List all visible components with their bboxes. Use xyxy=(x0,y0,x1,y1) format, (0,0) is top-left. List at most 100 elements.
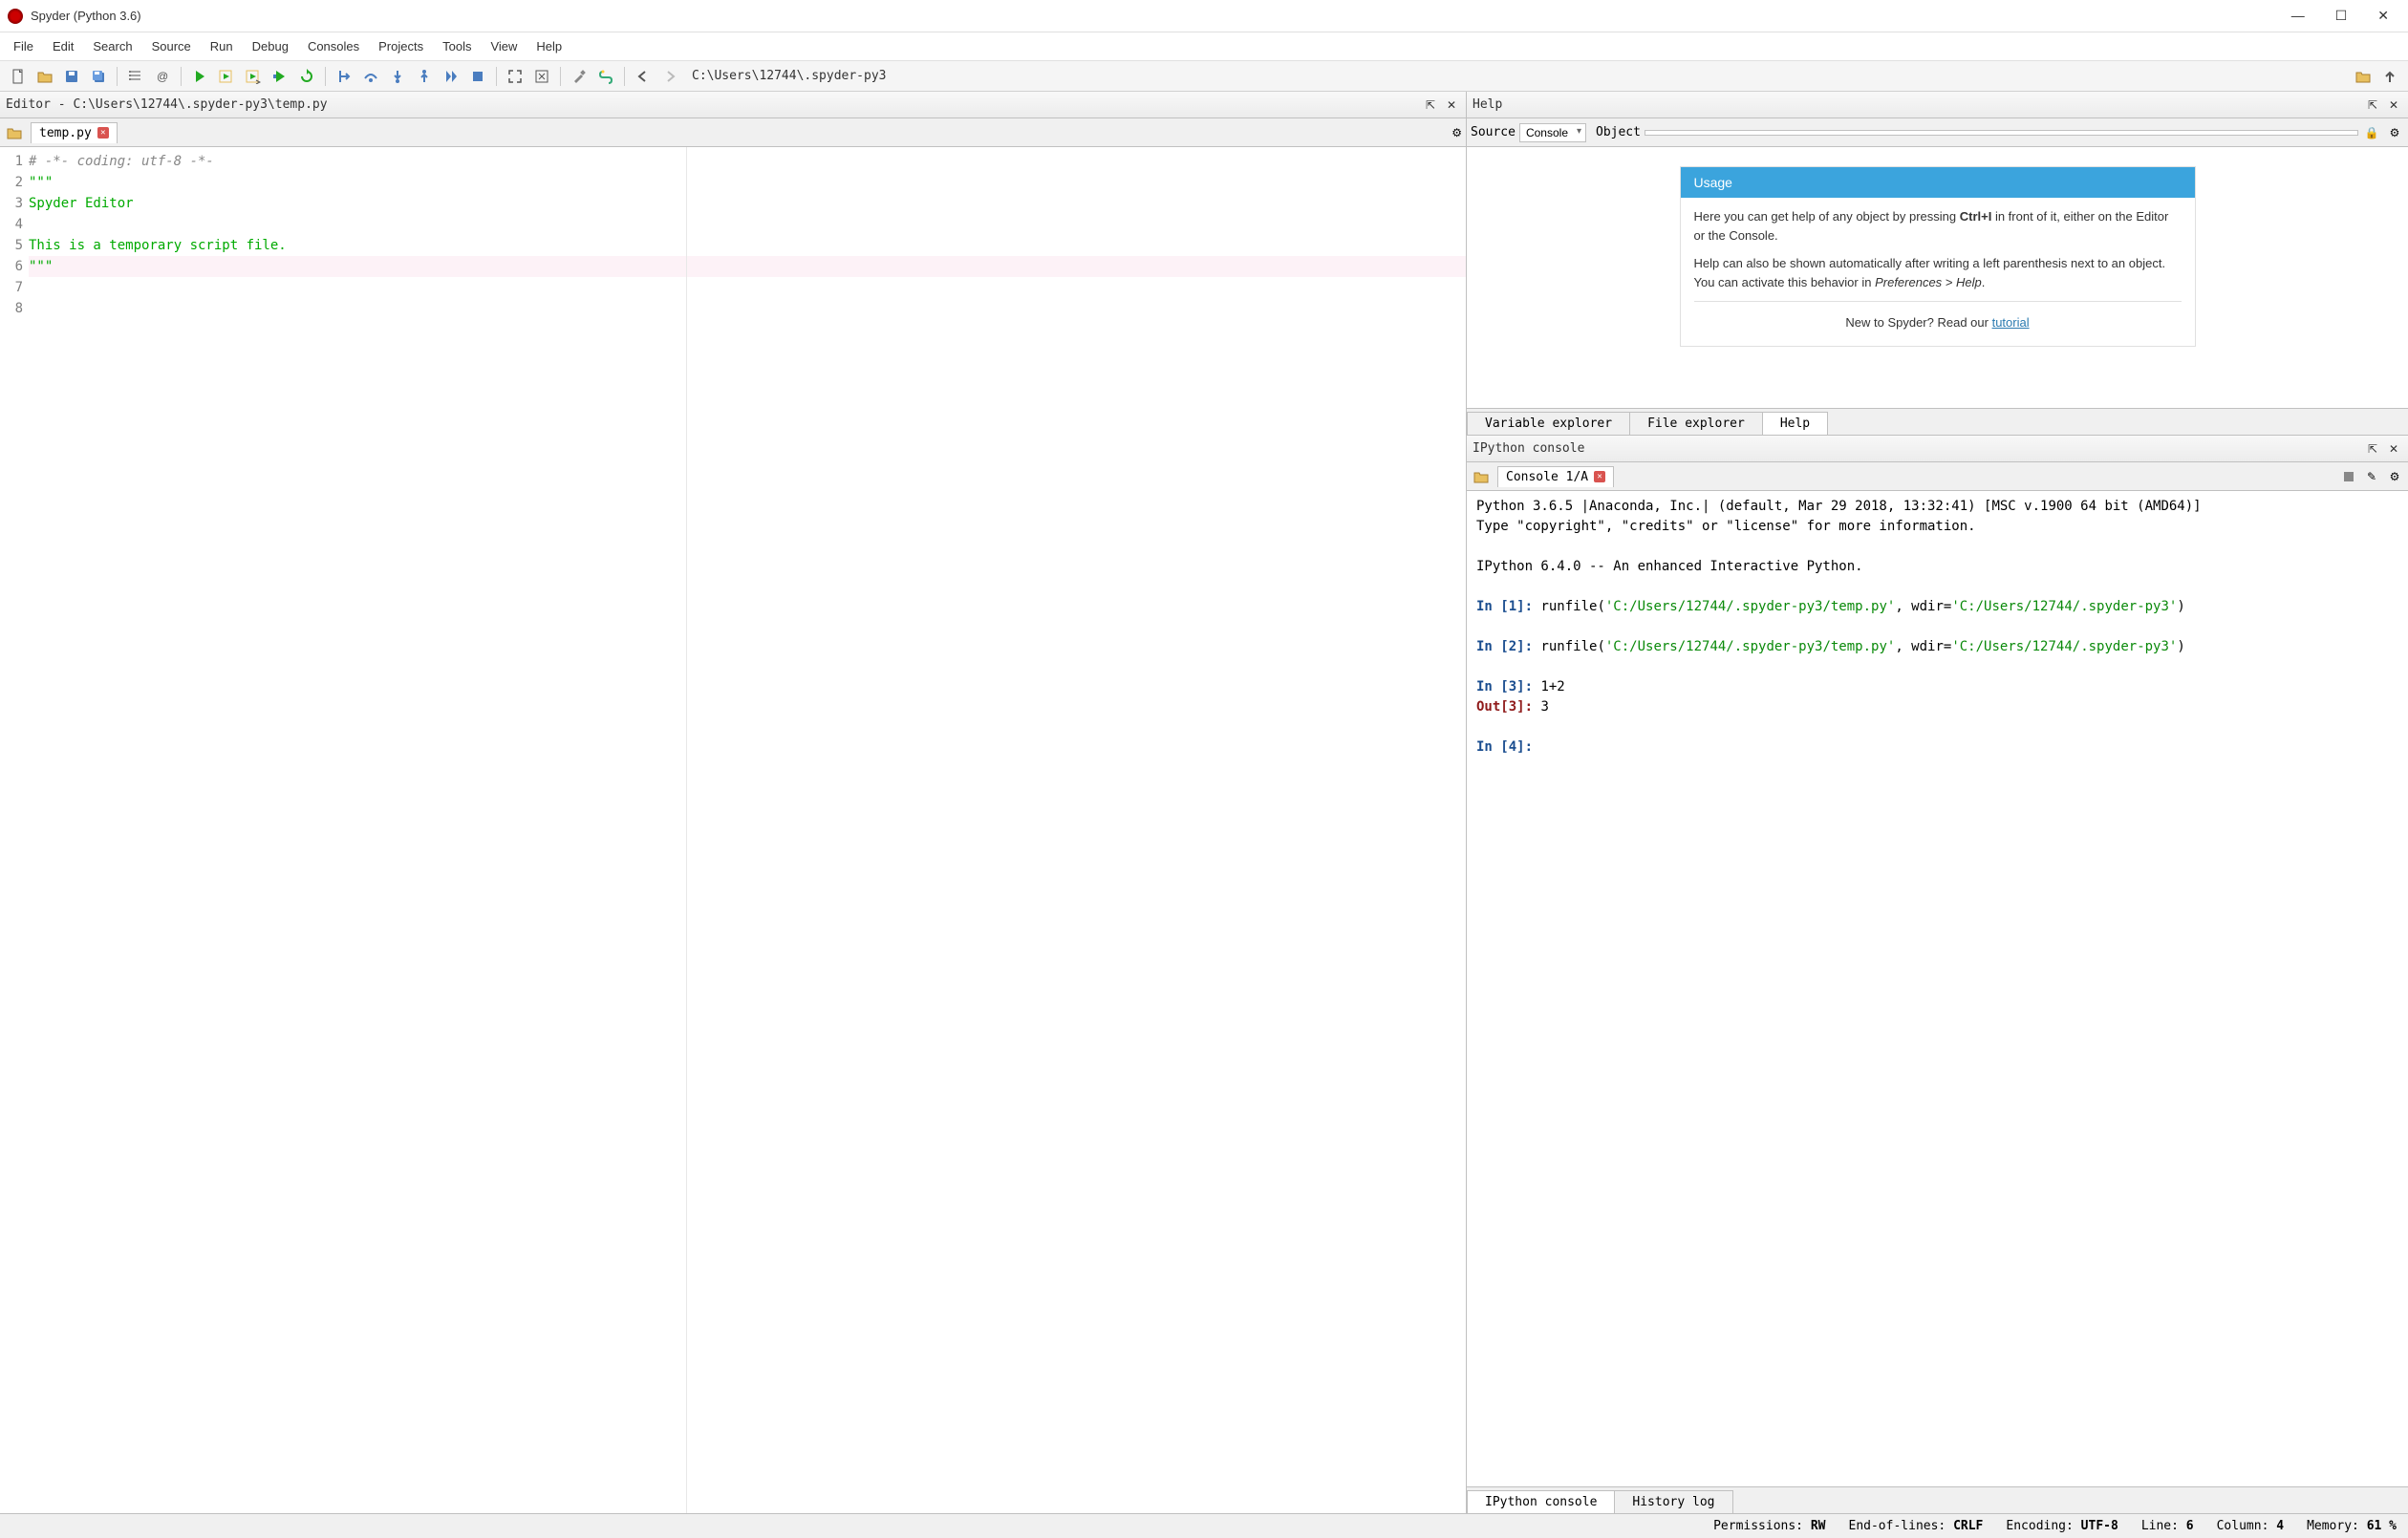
usage-header: Usage xyxy=(1681,167,2195,198)
close-pane-icon[interactable]: ✕ xyxy=(2385,440,2402,458)
run-cell-button[interactable] xyxy=(214,64,239,89)
usage-box: Usage Here you can get help of any objec… xyxy=(1680,166,2196,347)
menu-search[interactable]: Search xyxy=(83,35,141,57)
help-toolbar: Source Console Object 🔒 ⚙ xyxy=(1467,118,2408,147)
run-button[interactable] xyxy=(187,64,212,89)
forward-button[interactable] xyxy=(657,64,682,89)
fullscreen-button[interactable] xyxy=(529,64,554,89)
new-file-button[interactable] xyxy=(6,64,31,89)
editor-tabs: temp.py ✕ ⚙ xyxy=(0,118,1466,147)
close-pane-icon[interactable]: ✕ xyxy=(1443,96,1460,114)
object-label: Object xyxy=(1596,125,1641,139)
help-tab-variable-explorer[interactable]: Variable explorer xyxy=(1467,412,1630,435)
help-header-text: Help xyxy=(1473,97,1502,112)
help-tab-help[interactable]: Help xyxy=(1762,412,1828,435)
maximize-pane-button[interactable] xyxy=(503,64,527,89)
line-gutter: 12345678 xyxy=(0,147,27,1513)
menu-debug[interactable]: Debug xyxy=(243,35,298,57)
pythonpath-button[interactable] xyxy=(593,64,618,89)
browse-dir-button[interactable] xyxy=(2351,64,2376,89)
help-header: Help ⇱ ✕ xyxy=(1467,92,2408,118)
help-tab-file-explorer[interactable]: File explorer xyxy=(1629,412,1763,435)
window-controls: — ☐ ✕ xyxy=(2291,8,2400,24)
tab-label: Console 1/A xyxy=(1506,470,1588,484)
preferences-button[interactable] xyxy=(567,64,591,89)
tutorial-link[interactable]: tutorial xyxy=(1992,315,2030,330)
menu-source[interactable]: Source xyxy=(142,35,201,57)
help-body: Usage Here you can get help of any objec… xyxy=(1467,147,2408,408)
debug-button[interactable] xyxy=(332,64,356,89)
console-output[interactable]: Python 3.6.5 |Anaconda, Inc.| (default, … xyxy=(1467,491,2408,1486)
main-area: Editor - C:\Users\12744\.spyder-py3\temp… xyxy=(0,92,2408,1513)
menu-file[interactable]: File xyxy=(4,35,43,57)
back-button[interactable] xyxy=(631,64,656,89)
editor-options-icon[interactable]: ⚙ xyxy=(1451,126,1462,139)
step-out-button[interactable] xyxy=(412,64,437,89)
create-cell-button[interactable]: @ xyxy=(150,64,175,89)
status-permissions: Permissions: RW xyxy=(1713,1519,1825,1533)
continue-button[interactable] xyxy=(439,64,463,89)
maximize-button[interactable]: ☐ xyxy=(2335,8,2348,24)
parent-dir-button[interactable] xyxy=(2377,64,2402,89)
console-tab[interactable]: Console 1/A ✕ xyxy=(1497,466,1614,487)
help-options-icon[interactable]: ⚙ xyxy=(2385,123,2404,142)
lock-icon[interactable]: 🔒 xyxy=(2362,123,2381,142)
editor-tab-temp[interactable]: temp.py ✕ xyxy=(31,122,118,143)
menu-view[interactable]: View xyxy=(481,35,527,57)
close-button[interactable]: ✕ xyxy=(2377,8,2389,24)
source-combo[interactable]: Console xyxy=(1519,123,1586,142)
menu-help[interactable]: Help xyxy=(527,35,571,57)
console-tab-history-log[interactable]: History log xyxy=(1614,1490,1732,1513)
menu-projects[interactable]: Projects xyxy=(369,35,433,57)
right-pane: Help ⇱ ✕ Source Console Object 🔒 ⚙ Usage… xyxy=(1467,92,2408,1513)
menu-consoles[interactable]: Consoles xyxy=(298,35,369,57)
run-selection-button[interactable] xyxy=(268,64,292,89)
console-tabs-row: Console 1/A ✕ ✎ ⚙ xyxy=(1467,462,2408,491)
minimize-button[interactable]: — xyxy=(2291,8,2305,24)
toolbar-sep xyxy=(181,67,182,86)
status-column: Column: 4 xyxy=(2217,1519,2284,1533)
step-into-button[interactable] xyxy=(385,64,410,89)
undock-icon[interactable]: ⇱ xyxy=(2364,440,2381,458)
save-button[interactable] xyxy=(59,64,84,89)
status-memory: Memory: 61 % xyxy=(2307,1519,2397,1533)
code-editor[interactable]: 12345678 # -*- coding: utf-8 -*-"""Spyde… xyxy=(0,147,1466,1513)
save-all-button[interactable] xyxy=(86,64,111,89)
close-tab-icon[interactable]: ✕ xyxy=(1594,471,1605,482)
browse-tabs-icon[interactable] xyxy=(1471,466,1492,487)
console-header: IPython console ⇱ ✕ xyxy=(1467,436,2408,462)
console-options-icon[interactable]: ⚙ xyxy=(2385,467,2404,486)
help-pane: Help ⇱ ✕ Source Console Object 🔒 ⚙ Usage… xyxy=(1467,92,2408,436)
menu-run[interactable]: Run xyxy=(201,35,243,57)
open-file-button[interactable] xyxy=(32,64,57,89)
usage-content: Here you can get help of any object by p… xyxy=(1681,198,2195,346)
console-tab-ipython-console[interactable]: IPython console xyxy=(1467,1490,1615,1513)
rerun-button[interactable] xyxy=(294,64,319,89)
undock-icon[interactable]: ⇱ xyxy=(2364,96,2381,114)
menu-tools[interactable]: Tools xyxy=(433,35,481,57)
outline-button[interactable] xyxy=(123,64,148,89)
object-input[interactable] xyxy=(1645,130,2358,136)
stop-kernel-icon[interactable] xyxy=(2339,467,2358,486)
run-cell-advance-button[interactable] xyxy=(241,64,266,89)
edit-icon[interactable]: ✎ xyxy=(2362,467,2381,486)
editor-header: Editor - C:\Users\12744\.spyder-py3\temp… xyxy=(0,92,1466,118)
menu-edit[interactable]: Edit xyxy=(43,35,83,57)
working-dir-path[interactable]: C:\Users\12744\.spyder-py3 xyxy=(692,69,887,83)
source-label: Source xyxy=(1471,125,1516,139)
close-pane-icon[interactable]: ✕ xyxy=(2385,96,2402,114)
toolbar-sep xyxy=(325,67,326,86)
close-tab-icon[interactable]: ✕ xyxy=(97,127,109,139)
code-area[interactable]: # -*- coding: utf-8 -*-"""Spyder EditorT… xyxy=(27,147,1466,1513)
window-title: Spyder (Python 3.6) xyxy=(31,9,141,23)
status-encoding: Encoding: UTF-8 xyxy=(2006,1519,2118,1533)
editor-header-text: Editor - C:\Users\12744\.spyder-py3\temp… xyxy=(6,97,328,112)
menu-bar: FileEditSearchSourceRunDebugConsolesProj… xyxy=(0,32,2408,61)
ruler-line xyxy=(686,147,687,1513)
undock-icon[interactable]: ⇱ xyxy=(1422,96,1439,114)
stop-debug-button[interactable] xyxy=(465,64,490,89)
step-over-button[interactable] xyxy=(358,64,383,89)
browse-tabs-icon[interactable] xyxy=(4,122,25,143)
toolbar-sep xyxy=(117,67,118,86)
status-eol: End-of-lines: CRLF xyxy=(1849,1519,1984,1533)
